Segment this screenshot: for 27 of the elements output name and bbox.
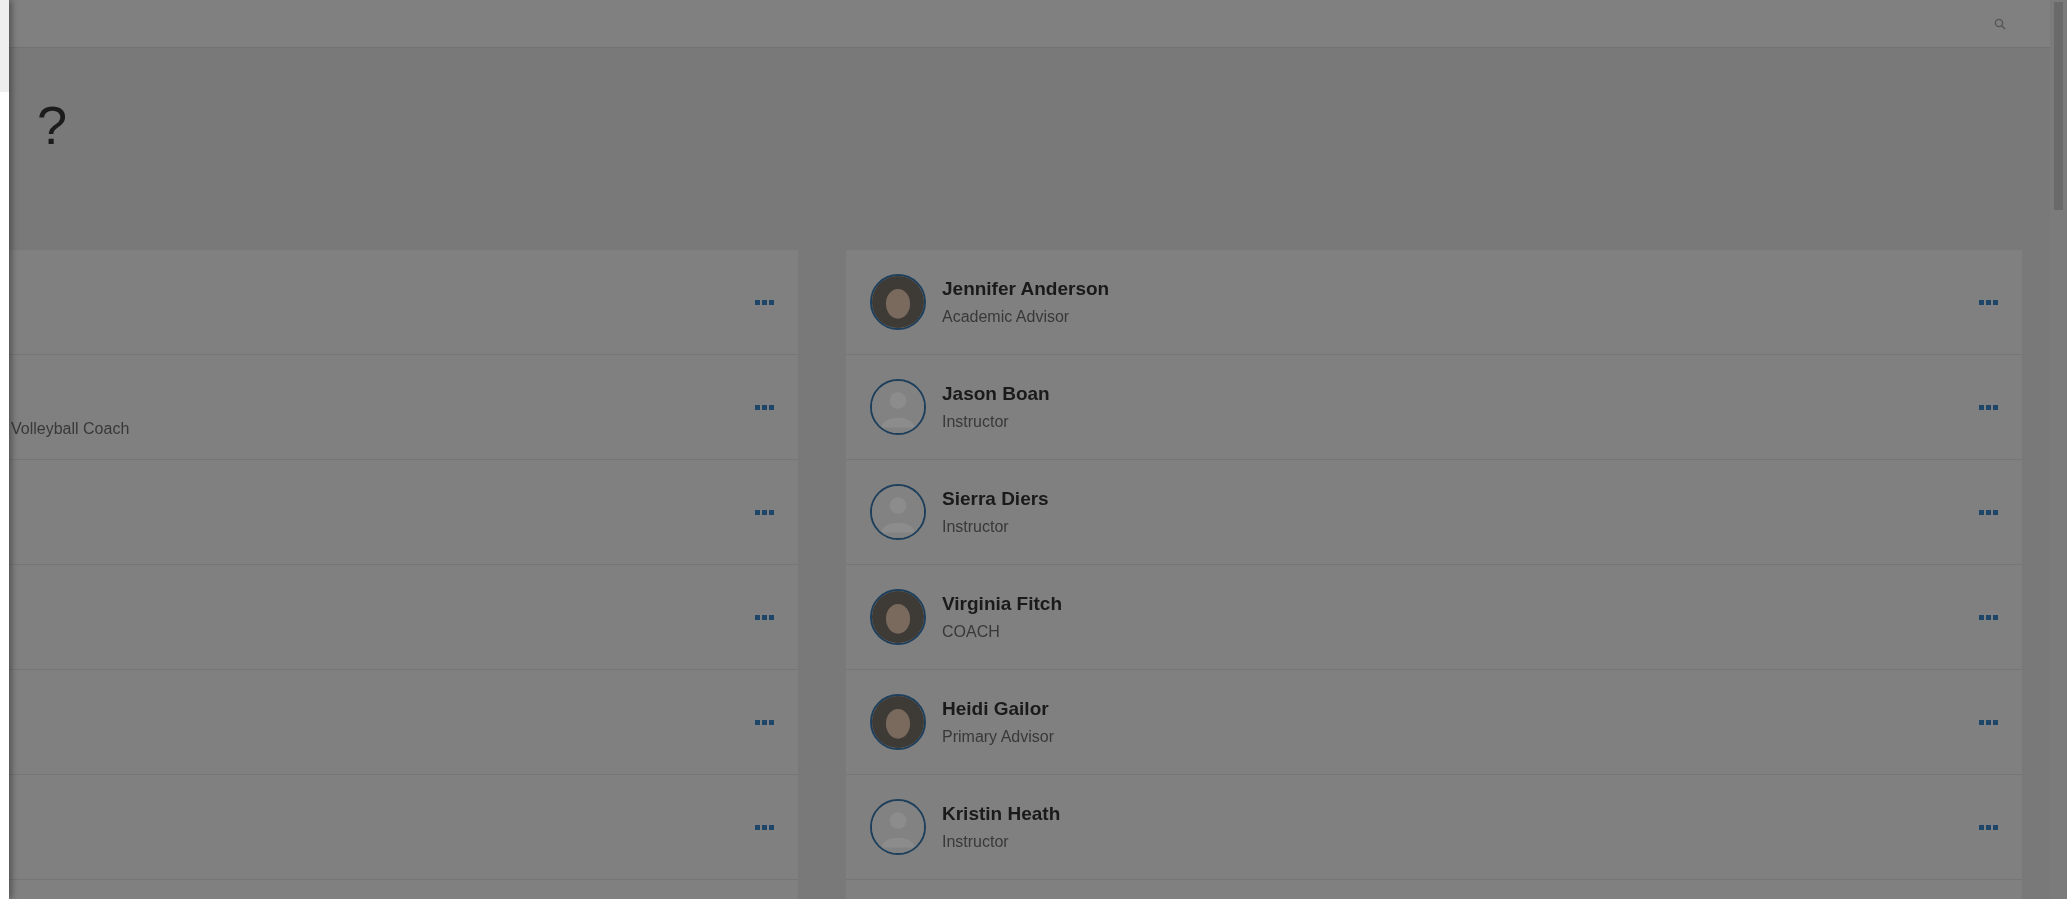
page-heading: ? xyxy=(37,98,69,152)
more-options-icon[interactable] xyxy=(755,299,774,305)
staff-name[interactable]: Virginia Fitch xyxy=(942,593,1062,616)
more-options-icon[interactable] xyxy=(1979,719,1998,725)
more-options-icon[interactable] xyxy=(1979,824,1998,830)
staff-role: Volleyball Coach xyxy=(11,419,130,439)
staff-role: Primary Advisor xyxy=(942,726,1055,746)
more-options-icon[interactable] xyxy=(755,404,774,410)
more-options-icon[interactable] xyxy=(1979,509,1998,515)
staff-role: COACH xyxy=(942,621,1001,641)
more-options-icon[interactable] xyxy=(755,614,774,620)
more-options-icon[interactable] xyxy=(1979,614,1998,620)
search-icon[interactable] xyxy=(1994,17,2006,30)
more-options-icon[interactable] xyxy=(1979,299,1998,305)
staff-name[interactable]: Sierra Diers xyxy=(942,488,1049,511)
staff-role: Instructor xyxy=(942,411,1010,431)
more-options-icon[interactable] xyxy=(755,509,774,515)
staff-name[interactable]: Jason Boan xyxy=(942,383,1050,406)
more-options-icon[interactable] xyxy=(1979,404,1998,410)
staff-role: Instructor xyxy=(942,831,1010,851)
staff-role: Instructor xyxy=(942,516,1010,536)
more-options-icon[interactable] xyxy=(755,719,774,725)
staff-name[interactable]: Heidi Gailor xyxy=(942,698,1055,721)
staff-name[interactable]: Jennifer Anderson xyxy=(942,278,1110,301)
staff-name[interactable]: Kristin Heath xyxy=(942,803,1061,826)
more-options-icon[interactable] xyxy=(755,824,774,830)
staff-role: Academic Advisor xyxy=(942,306,1071,326)
